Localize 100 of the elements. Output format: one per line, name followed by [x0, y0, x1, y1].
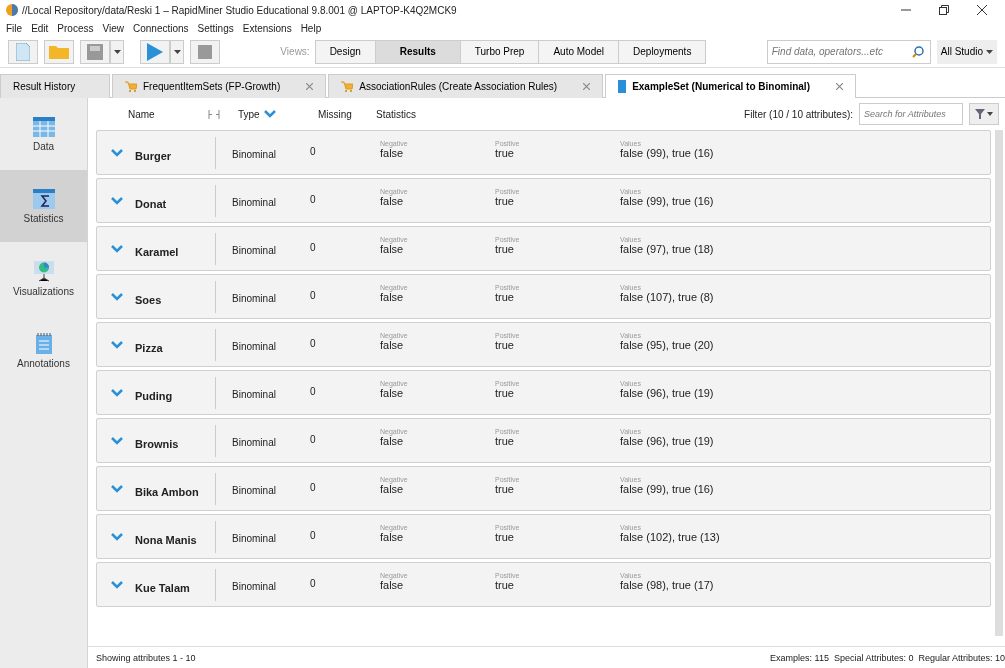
- result-tab[interactable]: FrequentItemSets (FP-Growth): [112, 74, 327, 98]
- positive-value: true: [495, 147, 515, 159]
- run-dropdown-button[interactable]: [170, 39, 184, 64]
- app-logo-icon: [6, 4, 18, 16]
- new-file-button[interactable]: [8, 39, 38, 64]
- value-counts: false (95), true (20): [620, 339, 715, 351]
- cart-icon: [125, 81, 137, 92]
- result-tab[interactable]: ExampleSet (Numerical to Binominal): [605, 74, 856, 98]
- menu-item[interactable]: Help: [300, 22, 322, 34]
- attribute-name: Pizza: [135, 341, 164, 354]
- result-tab[interactable]: AssociationRules (Create Association Rules): [328, 74, 604, 98]
- menu-item[interactable]: Process: [57, 22, 94, 34]
- view-tab[interactable]: Results: [374, 39, 461, 64]
- attribute-search-field[interactable]: Search for Attributes: [859, 103, 963, 125]
- expand-chevron-icon[interactable]: [111, 436, 123, 445]
- missing-count: 0: [310, 434, 317, 445]
- value-counts: false (99), true (16): [620, 147, 715, 159]
- attribute-type: Binominal: [232, 293, 277, 304]
- scope-dropdown[interactable]: All Studio: [936, 39, 997, 64]
- attribute-name: Kue Talam: [135, 581, 191, 594]
- positive-value: true: [495, 387, 515, 399]
- save-dropdown-button[interactable]: [110, 39, 124, 64]
- sidebar-item[interactable]: Data: [0, 98, 87, 170]
- table-icon: [32, 116, 55, 137]
- attribute-type: Binominal: [232, 533, 277, 544]
- stop-icon: [198, 44, 212, 59]
- attribute-type: Binominal: [232, 581, 277, 592]
- value-counts: false (102), true (13): [620, 531, 721, 543]
- menu-item[interactable]: Settings: [197, 22, 234, 34]
- column-header[interactable]: Missing: [318, 108, 376, 120]
- attribute-type: Binominal: [232, 149, 277, 160]
- expand-chevron-icon[interactable]: [111, 388, 123, 397]
- sidebar-item[interactable]: Visualizations: [0, 242, 87, 314]
- value-counts: false (99), true (16): [620, 195, 715, 207]
- sidebar-item[interactable]: Statistics: [0, 170, 87, 242]
- open-folder-button[interactable]: [44, 39, 74, 64]
- negative-value: false: [380, 435, 404, 447]
- close-tab-icon[interactable]: [835, 83, 843, 90]
- negative-value: false: [380, 243, 404, 255]
- positive-value: true: [495, 483, 515, 495]
- window-title: //Local Repository/data/Reski 1 – RapidMiner Studio Educational 9.8.001 @ LAPTOP-K4Q2MCK9: [22, 4, 458, 16]
- menu-item[interactable]: Edit: [31, 22, 49, 34]
- sidebar-item[interactable]: Annotations: [0, 314, 87, 386]
- view-tab[interactable]: Turbo Prep: [459, 39, 540, 64]
- attribute-name: Brownis: [135, 437, 180, 450]
- column-resize-icon[interactable]: [208, 109, 220, 119]
- value-counts: false (107), true (8): [620, 291, 715, 303]
- expand-chevron-icon[interactable]: [111, 148, 123, 157]
- attribute-name: Nona Manis: [135, 533, 198, 546]
- negative-value: false: [380, 387, 404, 399]
- restore-icon: [939, 5, 949, 15]
- negative-value: false: [380, 531, 404, 543]
- value-counts: false (99), true (16): [620, 483, 715, 495]
- summary-text: Examples: 115 Special Attributes: 0 Regular Attributes: 10: [770, 652, 1005, 663]
- status-text: Showing attributes 1 - 10: [96, 652, 196, 663]
- filter-dropdown-button[interactable]: [969, 103, 999, 125]
- stop-button[interactable]: [190, 39, 220, 64]
- caret-icon: [986, 49, 993, 54]
- expand-chevron-icon[interactable]: [111, 484, 123, 493]
- view-tab[interactable]: Auto Model: [538, 39, 620, 64]
- scrollbar[interactable]: [995, 130, 1003, 636]
- column-header[interactable]: Type: [238, 108, 260, 120]
- missing-count: 0: [310, 482, 317, 493]
- column-header[interactable]: Statistics: [376, 108, 456, 120]
- attribute-name: Karamel: [135, 245, 180, 258]
- expand-chevron-icon[interactable]: [111, 532, 123, 541]
- value-counts: false (98), true (17): [620, 579, 715, 591]
- attribute-name: Puding: [135, 389, 174, 402]
- expand-chevron-icon[interactable]: [111, 292, 123, 301]
- caret-icon: [173, 49, 181, 54]
- negative-value: false: [380, 339, 404, 351]
- menu-item[interactable]: View: [102, 22, 124, 34]
- attribute-type: Binominal: [232, 197, 277, 208]
- menu-item[interactable]: Connections: [133, 22, 189, 34]
- attribute-name: Donat: [135, 197, 168, 210]
- sort-chevron-icon[interactable]: [263, 110, 276, 118]
- close-tab-icon[interactable]: [306, 83, 314, 90]
- menu-item[interactable]: File: [6, 22, 23, 34]
- filter-label: Filter (10 / 10 attributes):: [744, 108, 853, 120]
- positive-value: true: [495, 435, 515, 447]
- negative-value: false: [380, 579, 404, 591]
- expand-chevron-icon[interactable]: [111, 580, 123, 589]
- view-tab[interactable]: Deployments: [618, 39, 707, 64]
- view-tab[interactable]: Design: [314, 39, 376, 64]
- attribute-type: Binominal: [232, 245, 277, 256]
- result-tab[interactable]: Result History: [0, 74, 110, 98]
- menu-item[interactable]: Extensions: [242, 22, 292, 34]
- expand-chevron-icon[interactable]: [111, 340, 123, 349]
- views-label: Views:: [280, 46, 310, 57]
- table-icon: [618, 80, 627, 93]
- folder-icon: [49, 44, 69, 59]
- play-icon: [147, 42, 163, 61]
- expand-chevron-icon[interactable]: [111, 244, 123, 253]
- expand-chevron-icon[interactable]: [111, 196, 123, 205]
- notepad-icon: [35, 331, 52, 354]
- missing-count: 0: [310, 338, 317, 349]
- attribute-name: Burger: [135, 149, 173, 162]
- positive-value: true: [495, 243, 515, 255]
- close-tab-icon[interactable]: [583, 83, 591, 90]
- column-header[interactable]: Name: [128, 108, 208, 120]
